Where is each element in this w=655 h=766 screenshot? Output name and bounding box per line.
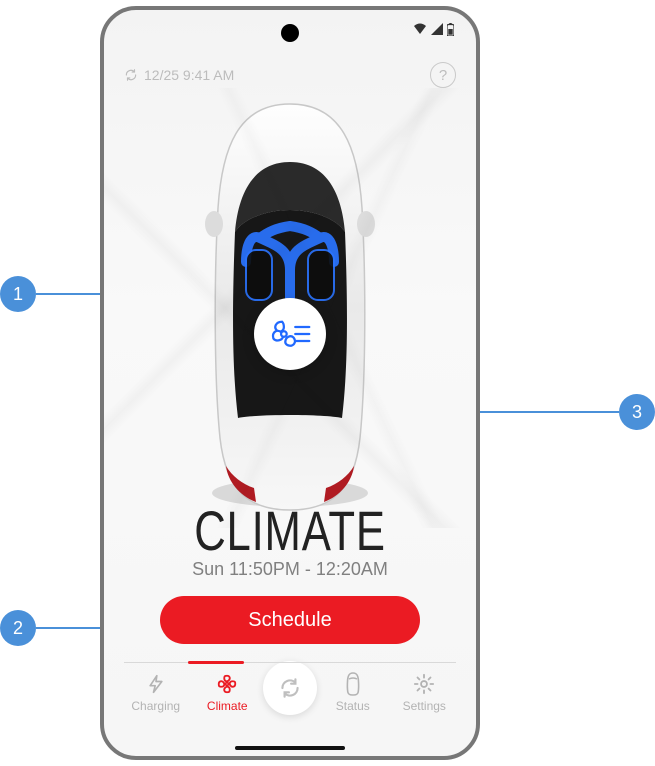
callout-badge-1: 1 xyxy=(0,276,36,312)
bolt-icon xyxy=(120,671,192,697)
nav-climate[interactable]: Climate xyxy=(192,671,264,713)
car-visual xyxy=(104,88,476,528)
wifi-icon xyxy=(413,23,427,35)
schedule-button[interactable]: Schedule xyxy=(160,596,420,644)
nav-label: Climate xyxy=(192,699,264,713)
gear-icon xyxy=(389,671,461,697)
fan-small-icon xyxy=(192,671,264,697)
nav-status[interactable]: Status xyxy=(317,671,389,713)
schedule-button-label: Schedule xyxy=(248,609,331,631)
nav-divider xyxy=(124,662,456,663)
callout-badge-3: 3 xyxy=(619,394,655,430)
callout-badge-2: 2 xyxy=(0,610,36,646)
nav-settings[interactable]: Settings xyxy=(389,671,461,713)
title-block: CLIMATE Sun 11:50PM - 12:20AM xyxy=(104,498,476,580)
nav-label: Settings xyxy=(389,699,461,713)
nav-label: Status xyxy=(317,699,389,713)
help-icon: ? xyxy=(439,67,447,84)
signal-icon xyxy=(431,23,443,35)
refresh-small-icon xyxy=(124,68,138,82)
last-refresh: 12/25 9:41 AM xyxy=(124,67,234,83)
status-icons xyxy=(413,23,454,36)
help-button[interactable]: ? xyxy=(430,62,456,88)
climate-fan-button[interactable] xyxy=(254,298,326,370)
battery-icon xyxy=(447,23,454,36)
top-row: 12/25 9:41 AM ? xyxy=(104,44,476,88)
bottom-nav: Charging Climate Status Settings xyxy=(104,663,476,715)
nav-charging[interactable]: Charging xyxy=(120,671,192,713)
refresh-icon xyxy=(277,675,303,701)
nav-active-indicator xyxy=(188,661,244,664)
fan-icon xyxy=(269,315,311,353)
page-title: CLIMATE xyxy=(145,498,435,563)
timestamp-text: 12/25 9:41 AM xyxy=(144,67,234,83)
nav-label: Charging xyxy=(120,699,192,713)
home-indicator xyxy=(235,746,345,750)
car-icon xyxy=(317,671,389,697)
phone-frame: 12/25 9:41 AM ? xyxy=(100,6,480,760)
status-bar xyxy=(104,10,476,44)
nav-refresh-button[interactable] xyxy=(263,661,317,715)
